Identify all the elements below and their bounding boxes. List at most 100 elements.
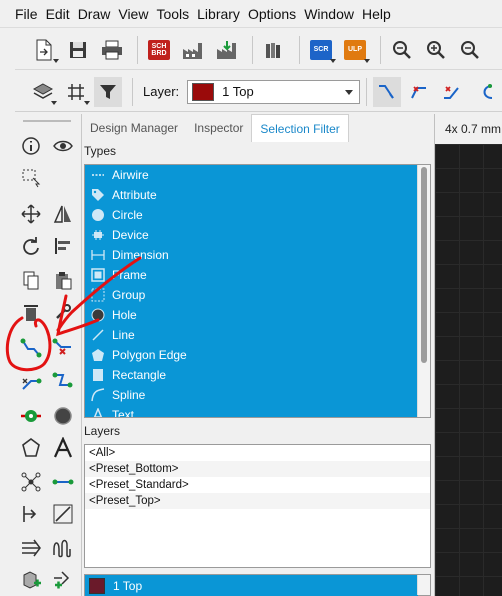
type-item-text[interactable]: Text (85, 405, 418, 417)
menu-library[interactable]: Library (197, 6, 240, 22)
zoom-fit-button[interactable] (387, 35, 417, 65)
run-ulp-button[interactable]: ULP (340, 35, 370, 65)
trash-icon (24, 305, 38, 321)
type-item-attribute[interactable]: Attribute (85, 185, 418, 205)
menu-window[interactable]: Window (304, 6, 354, 22)
type-item-device[interactable]: Device (85, 225, 418, 245)
add-part-tool[interactable] (17, 566, 45, 594)
board-editor-canvas[interactable]: 4x 0.7 mm (434, 114, 502, 596)
type-item-label: Polygon Edge (112, 348, 187, 362)
move-tool[interactable] (17, 200, 45, 228)
menu-view[interactable]: View (118, 6, 148, 22)
dropdown-arrow-icon (51, 100, 58, 105)
rotate-tool[interactable] (17, 232, 45, 260)
manufacturing-button[interactable] (212, 35, 242, 65)
library-button[interactable] (259, 35, 289, 65)
run-script-button[interactable]: SCR (306, 35, 336, 65)
canvas-status-readout: 4x 0.7 mm (435, 114, 502, 144)
menu-help[interactable]: Help (362, 6, 391, 22)
wire-tool[interactable] (49, 468, 77, 496)
type-item-label: Hole (112, 308, 137, 322)
palette-grip[interactable] (23, 120, 71, 122)
info-tool[interactable] (17, 132, 45, 160)
polygon-tool[interactable] (17, 434, 45, 462)
layer-select[interactable]: 1 Top (187, 79, 360, 104)
new-file-button[interactable] (29, 35, 59, 65)
line-tool[interactable] (49, 500, 77, 528)
paste-tool[interactable] (49, 266, 77, 294)
menu-options[interactable]: Options (248, 6, 296, 22)
route-style-2-button[interactable] (405, 77, 433, 107)
sch-brd-switch-button[interactable]: SCH BRD (144, 35, 174, 65)
net-tool[interactable] (17, 468, 45, 496)
group-tool[interactable] (17, 164, 45, 192)
circle-icon (91, 208, 105, 222)
print-button[interactable] (97, 35, 127, 65)
wire-bend-style-button[interactable] (372, 76, 401, 107)
grid-button[interactable] (61, 77, 90, 107)
layer-preset-item[interactable]: <All> (85, 445, 430, 461)
type-item-polygon-edge[interactable]: Polygon Edge (85, 345, 418, 365)
paste-clipboard-icon (56, 272, 72, 290)
route-manual-tool[interactable] (17, 334, 45, 362)
zoom-out-button[interactable] (455, 35, 485, 65)
canvas-grid[interactable] (435, 144, 502, 596)
route-multi-tool[interactable] (17, 368, 45, 396)
type-item-circle[interactable]: Circle (85, 205, 418, 225)
hole-icon (91, 308, 105, 322)
via-tool[interactable] (17, 402, 45, 430)
menu-tools[interactable]: Tools (156, 6, 189, 22)
type-item-rectangle[interactable]: Rectangle (85, 365, 418, 385)
menu-file[interactable]: File (15, 6, 38, 22)
toolbar-separator (137, 35, 138, 64)
hole-tool[interactable] (49, 402, 77, 430)
type-item-spline[interactable]: Spline (85, 385, 418, 405)
change-tool[interactable] (49, 298, 77, 326)
tab-inspector[interactable]: Inspector (186, 114, 251, 142)
tab-selection-filter[interactable]: Selection Filter (251, 114, 349, 142)
layer-preset-item[interactable]: <Preset_Standard> (85, 477, 430, 493)
slice-tool[interactable] (49, 368, 77, 396)
types-list: Airwire Attribute Circle Device Dimensio… (85, 165, 418, 417)
types-scrollbar[interactable] (417, 165, 430, 417)
attribute-tool[interactable] (17, 500, 45, 528)
type-item-label: Dimension (112, 248, 169, 262)
length-tool[interactable] (49, 534, 77, 562)
ripup-tool[interactable] (49, 334, 77, 362)
layer-preset-item[interactable]: <Preset_Bottom> (85, 461, 430, 477)
route-style-3-button[interactable] (437, 77, 465, 107)
type-item-hole[interactable]: Hole (85, 305, 418, 325)
type-item-dimension[interactable]: Dimension (85, 245, 418, 265)
selection-filter-button[interactable] (93, 76, 123, 107)
show-tool[interactable] (49, 132, 77, 160)
layer-color-swatch (89, 578, 105, 594)
align-tool[interactable] (49, 232, 77, 260)
save-button[interactable] (63, 35, 93, 65)
layer-row-top[interactable]: 1 Top (85, 575, 418, 596)
menu-draw[interactable]: Draw (78, 6, 111, 22)
add-pin-tool[interactable] (49, 566, 77, 594)
mirror-tool[interactable] (49, 200, 77, 228)
route-style-4-button[interactable] (470, 77, 498, 107)
type-item-group[interactable]: Group (85, 285, 418, 305)
layer-preset-item[interactable]: <Preset_Top> (85, 493, 430, 509)
line-icon (91, 328, 105, 342)
cam-processor-button[interactable] (178, 35, 208, 65)
info-icon (22, 137, 40, 155)
type-item-airwire[interactable]: Airwire (85, 165, 418, 185)
meander-tool[interactable] (17, 534, 45, 562)
text-tool[interactable] (49, 434, 77, 462)
copy-tool[interactable] (17, 266, 45, 294)
toolbar-separator (299, 35, 300, 64)
type-item-frame[interactable]: Frame (85, 265, 418, 285)
layers-list: 1 Top (84, 574, 431, 596)
tab-design-manager[interactable]: Design Manager (82, 114, 186, 142)
menu-edit[interactable]: Edit (46, 6, 70, 22)
delete-tool[interactable] (17, 298, 45, 326)
scrollbar-thumb[interactable] (421, 167, 427, 363)
type-item-line[interactable]: Line (85, 325, 418, 345)
type-item-label: Rectangle (112, 368, 167, 382)
layers-scrollbar[interactable] (417, 575, 430, 595)
zoom-in-button[interactable] (421, 35, 451, 65)
layer-settings-button[interactable] (29, 77, 58, 107)
